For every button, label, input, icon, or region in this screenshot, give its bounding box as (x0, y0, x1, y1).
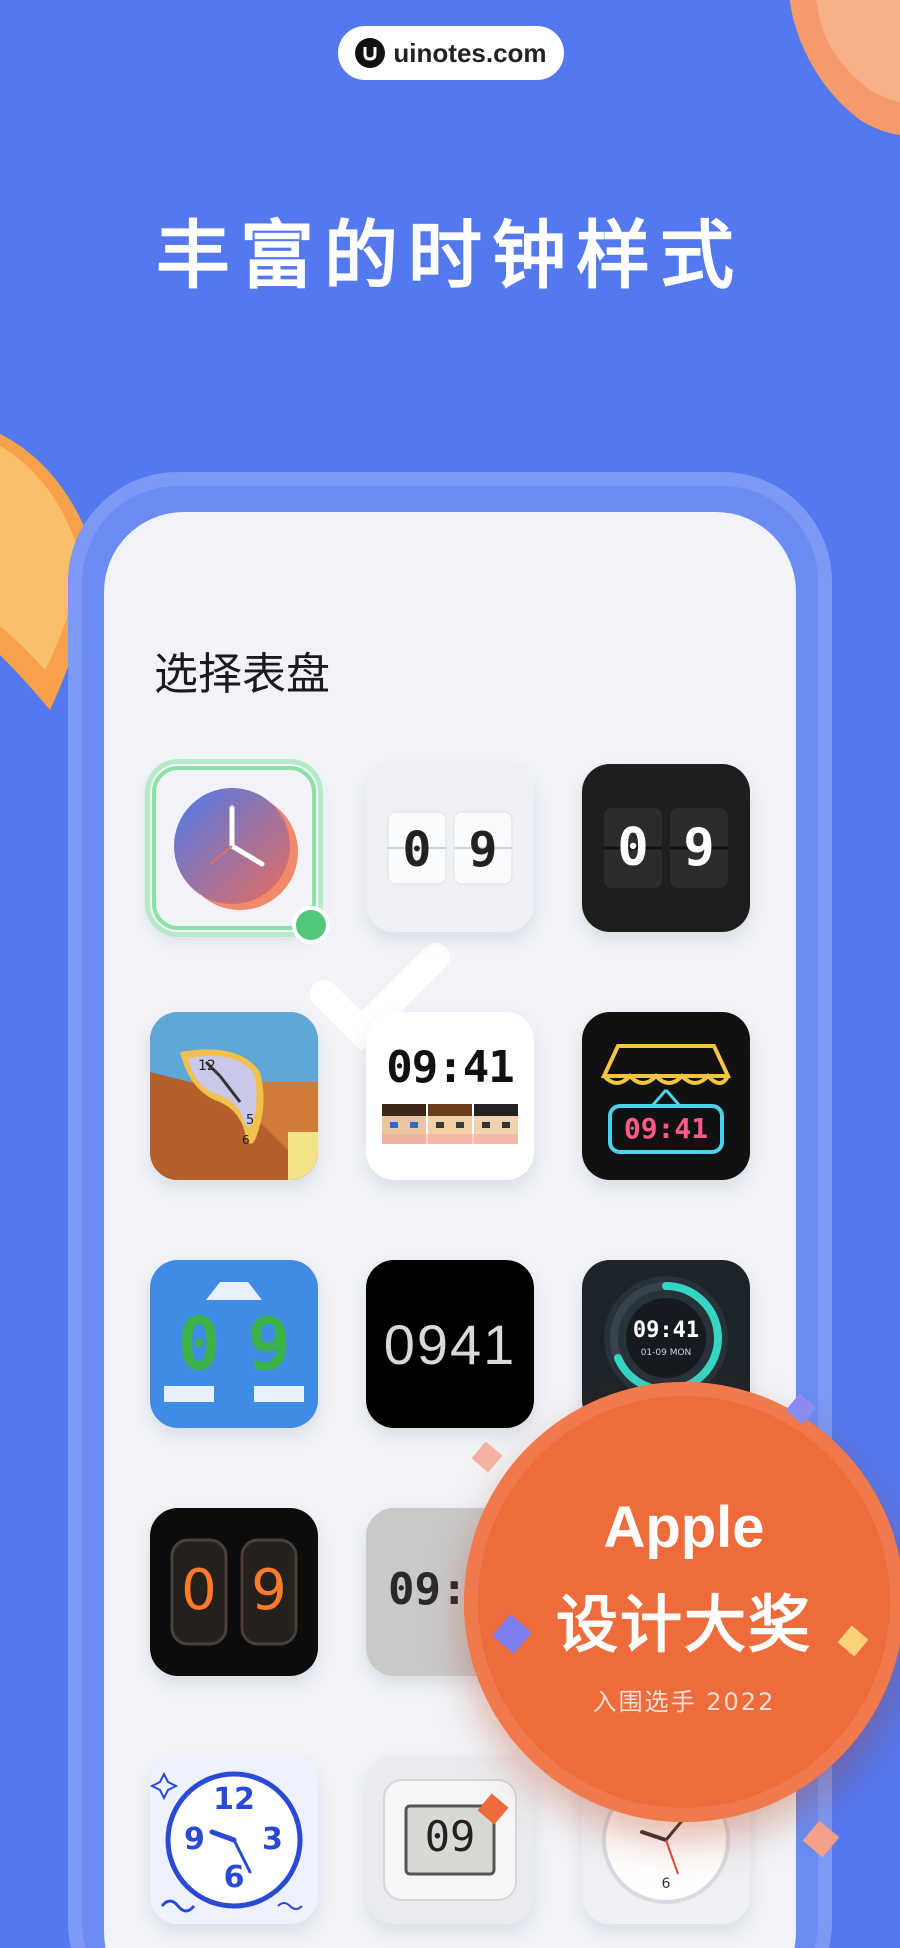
nixie-digit: 0 (181, 1558, 217, 1623)
clock-face-thin[interactable]: 0941 (366, 1260, 534, 1428)
ring-time: 09:41 (632, 1318, 700, 1343)
clock-face-pixel[interactable]: 09:41 (366, 1012, 534, 1180)
ring-date: 01-09 MON (640, 1348, 692, 1358)
svg-text:6: 6 (242, 1133, 250, 1147)
screen-title: 选择表盘 (154, 649, 330, 700)
eink-time: 09 (424, 1812, 476, 1861)
flip-digit: 0 (402, 822, 432, 878)
pixel-faces-icon (382, 1104, 518, 1144)
apple-design-award-badge: Apple 设计大奖 入围选手 2022 (464, 1382, 900, 1822)
analog-gradient-clock-icon (152, 766, 316, 930)
headline: 丰富的时钟样式 (156, 213, 744, 299)
analog-number: 6 (223, 1860, 245, 1895)
uinotes-logo-icon (355, 38, 386, 68)
lego-digit: 0 (177, 1302, 221, 1386)
analog-number: 3 (262, 1822, 283, 1857)
analog-number: 9 (184, 1822, 205, 1857)
thin-time: 0941 (383, 1313, 517, 1376)
melting-clock-icon: 12 5 6 (150, 1012, 318, 1180)
award-line-apple: Apple (603, 1495, 765, 1560)
selected-check-icon (292, 906, 450, 1052)
clock-face-nixie[interactable]: 0 9 (150, 1508, 318, 1676)
svg-text:12: 12 (198, 1058, 216, 1074)
clock-face-eink[interactable]: 09 (366, 1756, 534, 1924)
clock-face-flip-dark[interactable]: 0 9 (582, 764, 750, 932)
lego-digit: 9 (247, 1302, 291, 1386)
orange-blob-decoration (789, 0, 900, 135)
clock-face-melting[interactable]: 12 5 6 (150, 1012, 318, 1180)
site-name: uinotes.com (393, 37, 547, 68)
classic-number: 6 (661, 1876, 671, 1892)
clock-face-analog-gradient[interactable] (150, 764, 450, 1052)
neon-time: 09:41 (623, 1112, 709, 1145)
neon-shop-clock-icon (600, 1044, 732, 1154)
flip-digit: 9 (468, 822, 498, 878)
analog-number: 12 (213, 1782, 255, 1817)
clock-face-lego[interactable]: 0 9 (150, 1260, 318, 1428)
clock-face-flip-light[interactable]: 0 9 (366, 764, 534, 932)
site-badge[interactable]: uinotes.com (338, 26, 564, 80)
award-line-subtitle: 入围选手 2022 (592, 1688, 776, 1716)
nixie-digit: 9 (251, 1558, 287, 1623)
flip-digit: 0 (617, 818, 649, 878)
flip-digit: 9 (683, 818, 715, 878)
clock-face-neon[interactable]: 09:41 (582, 1012, 750, 1180)
clock-face-analog-blue[interactable]: 12 3 6 9 (150, 1756, 318, 1924)
svg-text:5: 5 (246, 1113, 254, 1128)
award-line-title: 设计大奖 (555, 1588, 812, 1661)
